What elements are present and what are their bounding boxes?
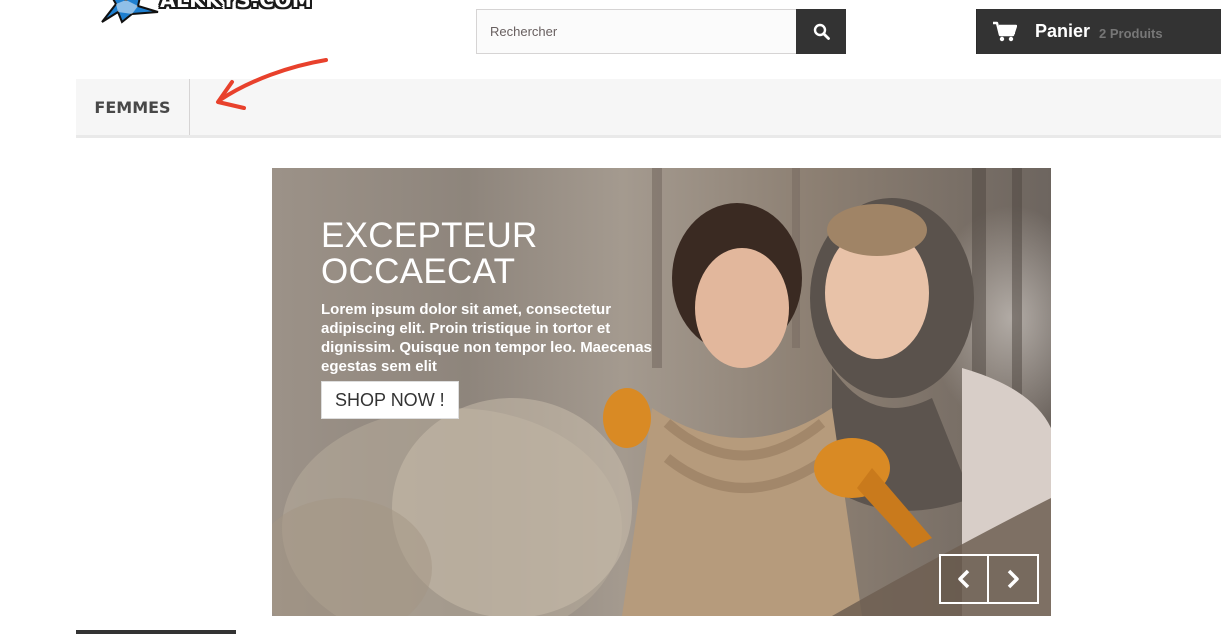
- slide-caption: EXCEPTEUR OCCAECAT Lorem ipsum dolor sit…: [321, 218, 681, 376]
- annotation-arrow-icon: [216, 58, 328, 110]
- search-icon: [813, 23, 830, 40]
- search-input[interactable]: [476, 9, 796, 54]
- slide-description: Lorem ipsum dolor sit amet, consectetur …: [321, 301, 652, 375]
- cart-button[interactable]: Panier 2 Produits: [976, 9, 1221, 54]
- shopping-cart-icon: [993, 21, 1017, 42]
- search-button[interactable]: [796, 9, 846, 54]
- slide-title: EXCEPTEUR OCCAECAT: [321, 216, 538, 291]
- slider-controls: [939, 554, 1039, 604]
- search-bar: [476, 9, 846, 54]
- slider-next-button[interactable]: [989, 554, 1039, 604]
- star-logo-icon: [101, 0, 159, 24]
- site-logo[interactable]: ALKKYS.COM: [98, 0, 312, 24]
- chevron-right-icon: [1007, 569, 1019, 589]
- cart-count: 2 Produits: [1099, 25, 1163, 41]
- homepage-slider: EXCEPTEUR OCCAECAT Lorem ipsum dolor sit…: [272, 168, 1051, 616]
- logo-text: ALKKYS.COM: [160, 0, 313, 12]
- menu-item-femmes[interactable]: FEMMES: [76, 79, 190, 135]
- shop-now-button[interactable]: SHOP NOW !: [321, 381, 459, 419]
- cart-label: Panier: [1035, 21, 1091, 41]
- slider-prev-button[interactable]: [939, 554, 989, 604]
- chevron-left-icon: [958, 569, 970, 589]
- section-divider: [76, 630, 236, 634]
